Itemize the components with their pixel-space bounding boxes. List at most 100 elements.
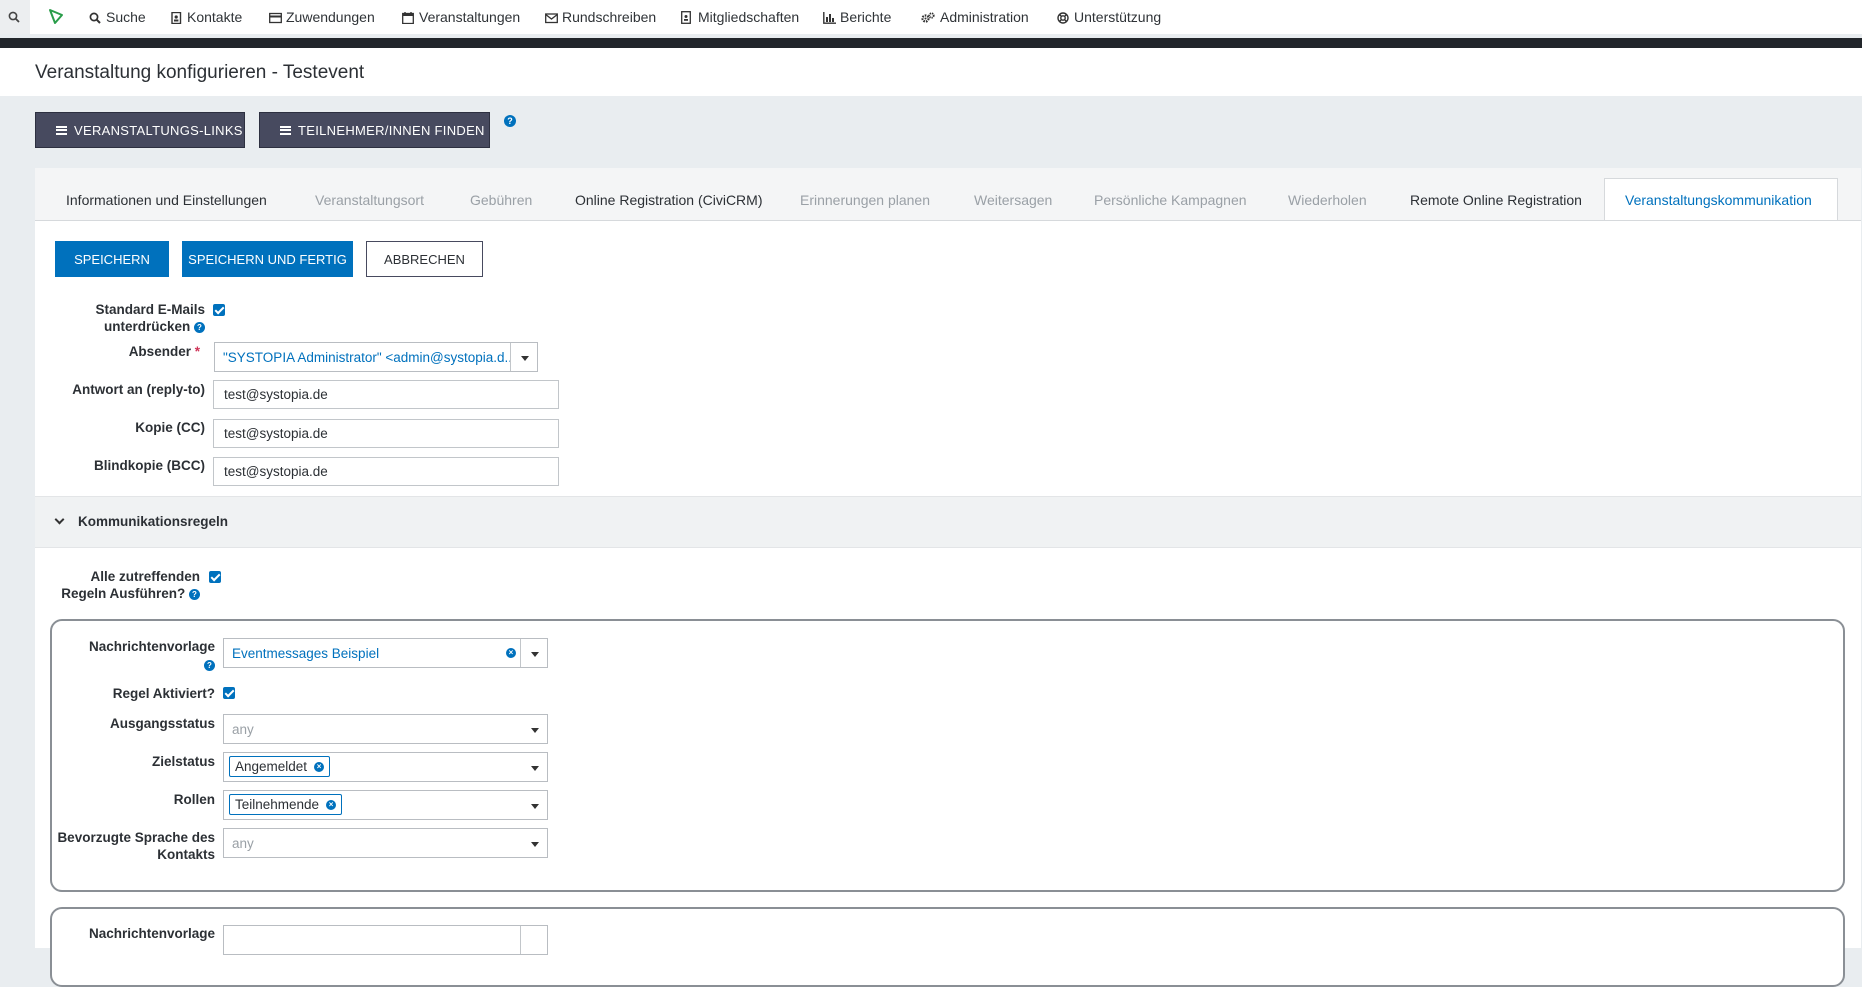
message-template-label: Nachrichtenvorlage (88, 926, 215, 941)
tab-remote-online-registration[interactable]: Remote Online Registration (1410, 192, 1582, 208)
help-icon[interactable]: ? (204, 660, 215, 671)
suppress-emails-checkbox[interactable] (213, 304, 225, 316)
selected-tag: Teilnehmende × (229, 794, 343, 815)
save-button[interactable]: SPEICHERN (55, 241, 169, 277)
page-title: Veranstaltung konfigurieren - Testevent (35, 62, 365, 83)
clear-icon[interactable]: × (506, 648, 516, 658)
from-status-select[interactable]: any (223, 714, 548, 744)
chevron-down-icon (531, 652, 539, 657)
nav-item-administration[interactable]: Administration (921, 9, 1029, 25)
bar-chart-icon (823, 11, 836, 24)
nav-item-unterstuetzung[interactable]: Unterstützung (1057, 9, 1161, 25)
nav-item-zuwendungen[interactable]: Zuwendungen (269, 9, 375, 25)
nav-item-suche[interactable]: Suche (89, 9, 146, 25)
communication-rules-section-header[interactable]: Kommunikationsregeln (35, 496, 1861, 548)
cc-field[interactable]: test@systopia.de (213, 419, 559, 448)
preferred-language-label: Bevorzugte Sprache des Kontakts (57, 830, 215, 862)
roles-label: Rollen (173, 792, 215, 807)
nav-item-mitgliedschaften[interactable]: Mitgliedschaften (681, 9, 799, 25)
roles-select[interactable]: Teilnehmende × (223, 790, 548, 820)
find-participants-label: TEILNEHMER/INNEN FINDEN (298, 122, 485, 138)
reply-to-label: Antwort an (reply-to) (72, 382, 205, 397)
select-separator (520, 639, 521, 667)
help-icon[interactable]: ? (194, 322, 205, 333)
remove-tag-icon[interactable]: × (326, 800, 337, 810)
bcc-label: Blindkopie (BCC) (94, 458, 205, 473)
event-links-label: VERANSTALTUNGS-LINKS (74, 122, 243, 138)
save-and-done-button[interactable]: SPEICHERN UND FERTIG (182, 241, 353, 277)
suppress-emails-label: Standard E-Mails unterdrücken ? (95, 302, 205, 334)
message-template-label: Nachrichtenvorlage ? (88, 639, 215, 671)
nav-item-label: Veranstaltungen (419, 9, 521, 25)
page-header: Veranstaltung konfigurieren - Testevent (0, 48, 1862, 96)
section-title: Kommunikationsregeln (78, 514, 229, 529)
from-status-label: Ausgangsstatus (109, 716, 215, 731)
nav-item-label: Rundschreiben (562, 9, 657, 25)
message-template-select[interactable] (223, 925, 548, 955)
preferred-language-value: any (232, 836, 254, 851)
required-marker: * (194, 344, 200, 359)
civicrm-logo-icon[interactable] (48, 8, 64, 25)
cancel-button[interactable]: ABBRECHEN (366, 241, 483, 277)
list-icon (56, 125, 67, 135)
chevron-down-icon (54, 514, 65, 525)
reply-to-field[interactable]: test@systopia.de (213, 380, 559, 409)
nav-item-label: Suche (106, 9, 146, 25)
nav-item-rundschreiben[interactable]: Rundschreiben (545, 9, 656, 25)
nav-item-kontakte[interactable]: Kontakte (170, 9, 242, 25)
event-links-button[interactable]: VERANSTALTUNGS-LINKS (35, 112, 245, 148)
nav-item-label: Zuwendungen (286, 9, 375, 25)
envelope-icon (545, 11, 558, 24)
nav-item-veranstaltungen[interactable]: Veranstaltungen (402, 9, 520, 25)
help-icon[interactable]: ? (504, 115, 516, 127)
message-template-select[interactable]: Eventmessages Beispiel × (223, 638, 548, 668)
tab-gebuehren[interactable]: Gebühren (470, 192, 532, 208)
chevron-down-icon (531, 728, 539, 733)
nav-item-label: Unterstützung (1074, 9, 1162, 25)
tab-online-registration[interactable]: Online Registration (CiviCRM) (575, 192, 763, 208)
to-status-label: Zielstatus (151, 754, 215, 769)
run-all-rules-label: Alle zutreffenden Regeln Ausführen? ? (61, 569, 200, 601)
tab-persoenliche-kampagnen[interactable]: Persönliche Kampagnen (1094, 192, 1247, 208)
toolbar-divider (0, 38, 1862, 48)
gears-icon (921, 11, 935, 23)
select-separator (520, 926, 521, 954)
address-book-icon (170, 11, 182, 25)
nav-item-label: Mitgliedschaften (698, 9, 800, 25)
credit-card-icon (269, 11, 282, 24)
preferred-language-select[interactable]: any (223, 828, 548, 858)
nav-item-berichte[interactable]: Berichte (823, 9, 891, 25)
bcc-field[interactable]: test@systopia.de (213, 457, 559, 486)
find-participants-button[interactable]: TEILNEHMER/INNEN FINDEN (259, 112, 490, 148)
nav-item-label: Administration (940, 9, 1029, 25)
search-icon (89, 11, 101, 24)
sender-select[interactable]: "SYSTOPIA Administrator" <admin@systopia… (214, 342, 538, 372)
tab-wiederholen[interactable]: Wiederholen (1288, 192, 1367, 208)
remove-tag-icon[interactable]: × (314, 762, 325, 772)
chevron-down-icon (531, 766, 539, 771)
id-badge-icon (681, 11, 693, 24)
selected-tag: Angemeldet × (229, 756, 331, 777)
nav-item-label: Kontakte (187, 9, 243, 25)
tab-informationen[interactable]: Informationen und Einstellungen (66, 192, 267, 208)
chevron-down-icon (531, 804, 539, 809)
from-status-value: any (232, 722, 254, 737)
to-status-select[interactable]: Angemeldet × (223, 752, 548, 782)
life-ring-icon (1057, 11, 1069, 24)
tab-veranstaltungskommunikation[interactable]: Veranstaltungskommunikation (1625, 192, 1812, 208)
sender-value: "SYSTOPIA Administrator" <admin@systopia… (223, 350, 513, 365)
chevron-down-icon (521, 356, 529, 361)
run-all-rules-checkbox[interactable] (209, 571, 221, 583)
list-icon (280, 125, 291, 135)
quicksearch-toggle[interactable] (0, 0, 30, 34)
chevron-down-icon (531, 842, 539, 847)
tab-erinnerungen[interactable]: Erinnerungen planen (800, 192, 930, 208)
tab-veranstaltungsort[interactable]: Veranstaltungsort (315, 192, 424, 208)
help-icon[interactable]: ? (189, 589, 200, 600)
cc-label: Kopie (CC) (135, 420, 205, 435)
search-icon (8, 11, 20, 23)
calendar-icon (402, 11, 414, 25)
sender-label: Absender * (128, 344, 200, 359)
tab-weitersagen[interactable]: Weitersagen (974, 192, 1052, 208)
rule-enabled-checkbox[interactable] (223, 687, 235, 699)
